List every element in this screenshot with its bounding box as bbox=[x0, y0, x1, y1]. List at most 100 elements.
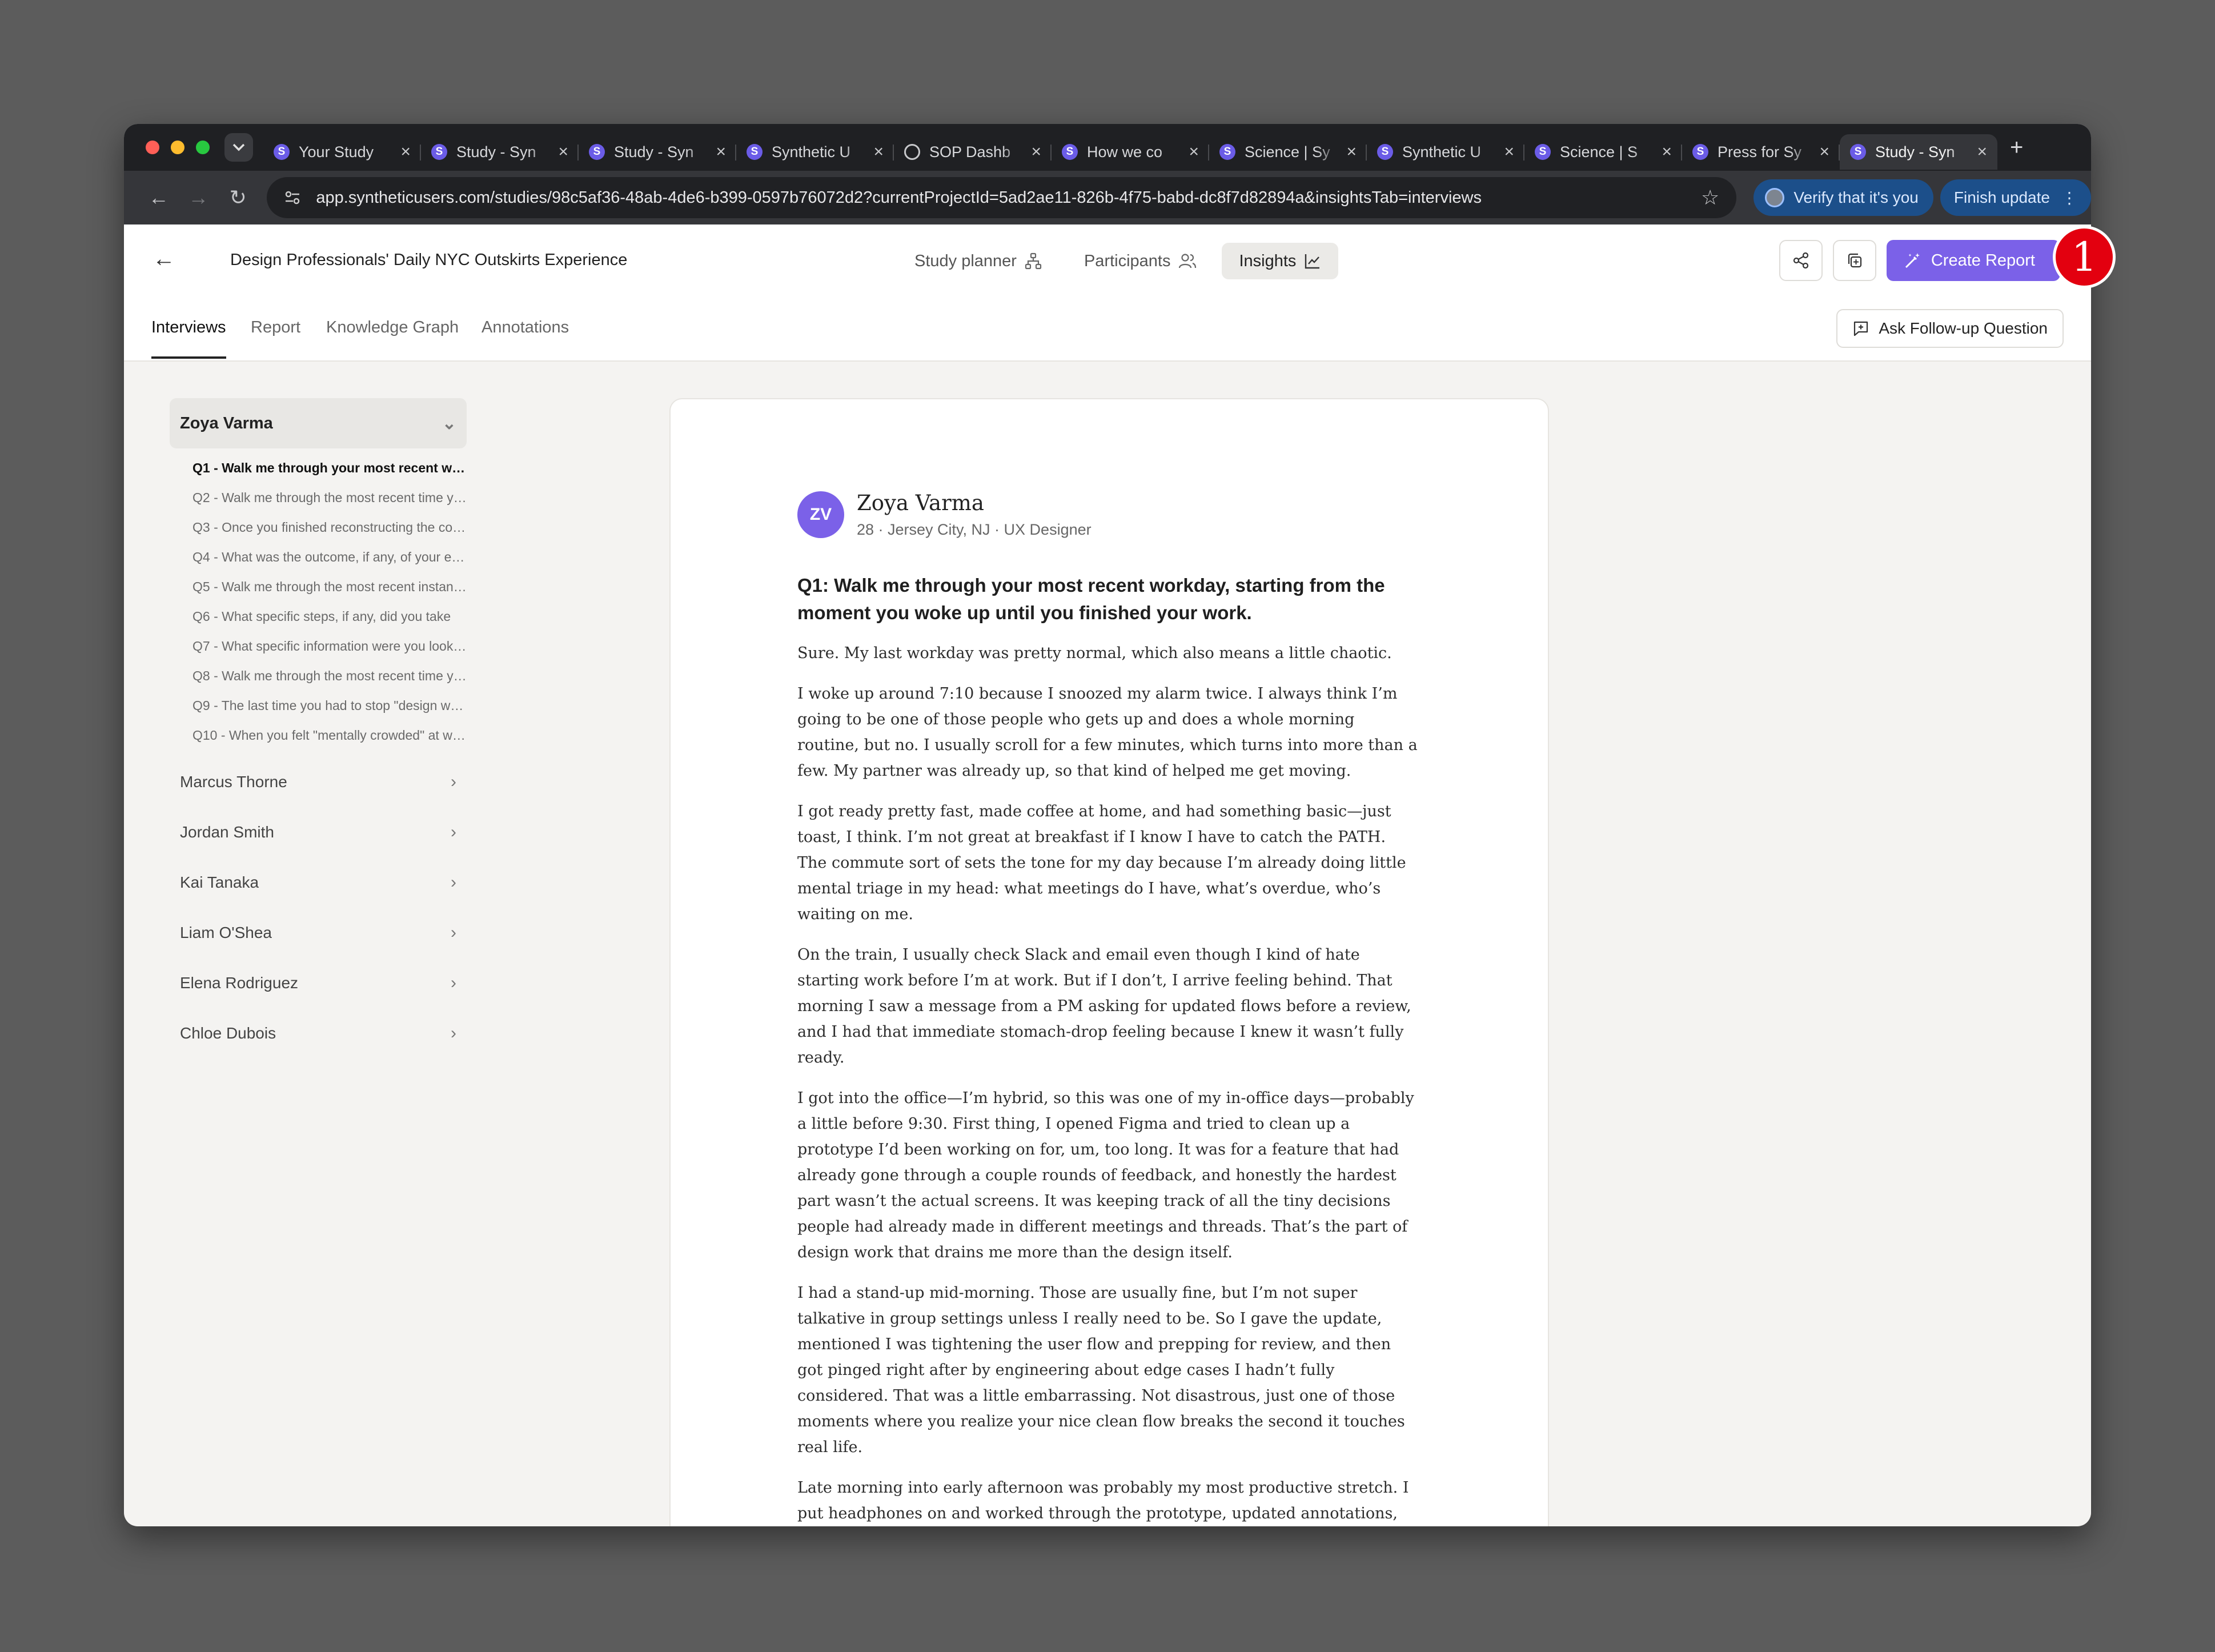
browser-tab[interactable]: S How we co × bbox=[1052, 134, 1209, 170]
question-item[interactable]: Q4 - What was the outcome, if any, of yo… bbox=[170, 542, 467, 572]
address-bar[interactable]: app.syntheticusers.com/studies/98c5af36-… bbox=[267, 177, 1737, 218]
subtab-annotations[interactable]: Annotations bbox=[481, 318, 569, 337]
browser-tab[interactable]: S Synthetic U × bbox=[736, 134, 894, 170]
url-text: app.syntheticusers.com/studies/98c5af36-… bbox=[316, 188, 1482, 207]
back-arrow-icon[interactable]: ← bbox=[153, 246, 175, 272]
tab-favicon-icon: S bbox=[589, 144, 605, 160]
tab-search-button[interactable] bbox=[224, 133, 253, 162]
subtab-interviews[interactable]: Interviews bbox=[151, 318, 226, 359]
tab-favicon-icon: S bbox=[431, 144, 447, 160]
chevron-right-icon: › bbox=[451, 973, 456, 992]
tab-close-icon[interactable]: × bbox=[873, 142, 884, 162]
tab-close-icon[interactable]: × bbox=[716, 142, 726, 162]
question-item[interactable]: Q6 - What specific steps, if any, did yo… bbox=[170, 602, 467, 631]
bookmark-star-icon[interactable]: ☆ bbox=[1701, 186, 1719, 210]
subtab-knowledge-graph[interactable]: Knowledge Graph bbox=[326, 318, 459, 337]
app-header: ← Design Professionals' Daily NYC Outski… bbox=[124, 224, 2091, 298]
question-item[interactable]: Q3 - Once you finished reconstructing th… bbox=[170, 512, 467, 542]
browser-tab[interactable]: S Synthetic U × bbox=[1367, 134, 1524, 170]
tab-close-icon[interactable]: × bbox=[1819, 142, 1829, 162]
tab-favicon-icon: S bbox=[1692, 144, 1708, 160]
participant-item[interactable]: Chloe Dubois › bbox=[170, 1008, 467, 1058]
new-tab-plus-icon[interactable]: + bbox=[2010, 135, 2023, 161]
tab-close-icon[interactable]: × bbox=[400, 142, 411, 162]
browser-window: S Your Study × S Study - Syn × S Study - Syn ×… bbox=[124, 124, 2091, 1526]
chevron-right-icon: › bbox=[451, 923, 456, 942]
tab-close-icon[interactable]: × bbox=[558, 142, 568, 162]
study-title: Design Professionals' Daily NYC Outskirt… bbox=[230, 251, 628, 269]
finish-update-button[interactable]: Finish update ⋮ bbox=[1940, 179, 2091, 216]
tab-participants[interactable]: Participants bbox=[1067, 243, 1214, 279]
tab-close-icon[interactable]: × bbox=[1977, 142, 1987, 162]
verify-identity-button[interactable]: Verify that it's you bbox=[1753, 179, 1933, 216]
answer-text: Sure. My last workday was pretty normal,… bbox=[797, 640, 1420, 1526]
question-item[interactable]: Q9 - The last time you had to stop "desi… bbox=[170, 691, 467, 720]
participant-item[interactable]: Elena Rodriguez › bbox=[170, 958, 467, 1008]
tab-favicon-icon: S bbox=[1377, 144, 1393, 160]
participant-item[interactable]: Jordan Smith › bbox=[170, 807, 467, 857]
kebab-menu-icon: ⋮ bbox=[2061, 189, 2077, 207]
interview-card: ZV Zoya Varma 28 · Jersey City, NJ · UX … bbox=[669, 398, 1549, 1526]
respondent-name: Zoya Varma bbox=[857, 491, 984, 515]
tab-favicon-icon: S bbox=[1062, 144, 1078, 160]
answer-paragraph: On the train, I usually check Slack and … bbox=[797, 946, 1411, 1067]
magic-wand-icon bbox=[1905, 253, 1920, 268]
share-button[interactable] bbox=[1779, 240, 1823, 281]
question-item[interactable]: Q7 - What specific information were you … bbox=[170, 631, 467, 661]
tab-close-icon[interactable]: × bbox=[1031, 142, 1041, 162]
browser-tab[interactable]: SOP Dashb × bbox=[894, 134, 1052, 170]
avatar: ZV bbox=[797, 491, 844, 538]
chevron-down-icon bbox=[232, 143, 245, 151]
share-icon bbox=[1793, 252, 1808, 269]
browser-tab[interactable]: S Science | Sy × bbox=[1209, 134, 1367, 170]
reload-icon[interactable]: ↻ bbox=[218, 186, 258, 210]
browser-tab[interactable]: S Press for Sy × bbox=[1682, 134, 1840, 170]
chevron-right-icon: › bbox=[451, 873, 456, 892]
copy-icon bbox=[1848, 253, 1861, 268]
participant-item-expanded[interactable]: Zoya Varma ⌄ bbox=[170, 398, 467, 448]
question-item[interactable]: Q10 - When you felt "mentally crowded" a… bbox=[170, 720, 467, 750]
browser-tab[interactable]: S Science | S × bbox=[1524, 134, 1682, 170]
tab-study-planner[interactable]: Study planner bbox=[897, 243, 1059, 279]
browser-tab[interactable]: S Your Study × bbox=[263, 134, 421, 170]
question-item[interactable]: Q8 - Walk me through the most recent tim… bbox=[170, 661, 467, 691]
minimize-window-button[interactable] bbox=[171, 141, 184, 154]
forward-arrow-icon[interactable]: → bbox=[178, 186, 218, 210]
close-window-button[interactable] bbox=[146, 141, 159, 154]
browser-tab[interactable]: S Study - Syn × bbox=[579, 134, 736, 170]
respondent-header: ZV Zoya Varma 28 · Jersey City, NJ · UX … bbox=[797, 491, 1420, 539]
duplicate-button[interactable] bbox=[1832, 240, 1876, 281]
profile-avatar-icon bbox=[1765, 188, 1785, 207]
site-settings-icon[interactable] bbox=[284, 189, 301, 206]
tab-close-icon[interactable]: × bbox=[1662, 142, 1672, 162]
create-report-button[interactable]: Create Report bbox=[1886, 240, 2060, 281]
participant-item[interactable]: Kai Tanaka › bbox=[170, 857, 467, 908]
ask-follow-up-button[interactable]: Ask Follow-up Question bbox=[1836, 309, 2064, 348]
question-item[interactable]: Q2 - Walk me through the most recent tim… bbox=[170, 483, 467, 512]
users-icon bbox=[1179, 254, 1197, 268]
tab-close-icon[interactable]: × bbox=[1189, 142, 1199, 162]
window-controls bbox=[146, 141, 210, 154]
tab-favicon-icon: S bbox=[1535, 144, 1551, 160]
interview-content: ZV Zoya Varma 28 · Jersey City, NJ · UX … bbox=[797, 491, 1420, 1526]
insights-subtabs: Interviews Report Knowledge Graph Annota… bbox=[124, 296, 2091, 362]
question-item[interactable]: Q5 - Walk me through the most recent ins… bbox=[170, 572, 467, 602]
participant-item[interactable]: Liam O'Shea › bbox=[170, 908, 467, 958]
subtab-report[interactable]: Report bbox=[251, 318, 300, 337]
browser-toolbar: ← → ↻ app.syntheticusers.com/studies/98c… bbox=[124, 171, 2091, 224]
question-item[interactable]: Q1 - Walk me through your most recent wo… bbox=[170, 453, 467, 483]
answer-paragraph: I had a stand-up mid-morning. Those are … bbox=[797, 1284, 1405, 1457]
tab-close-icon[interactable]: × bbox=[1504, 142, 1514, 162]
answer-paragraph: I got into the office—I’m hybrid, so thi… bbox=[797, 1089, 1414, 1262]
browser-tab-active[interactable]: S Study - Syn × bbox=[1840, 134, 1997, 170]
tab-close-icon[interactable]: × bbox=[1346, 142, 1357, 162]
participant-item[interactable]: Marcus Thorne › bbox=[170, 757, 467, 807]
answer-paragraph: I got ready pretty fast, made coffee at … bbox=[797, 803, 1406, 924]
back-arrow-icon[interactable]: ← bbox=[139, 186, 178, 210]
answer-paragraph: Late morning into early afternoon was pr… bbox=[797, 1479, 1409, 1523]
browser-tab[interactable]: S Study - Syn × bbox=[421, 134, 579, 170]
globe-icon bbox=[904, 144, 920, 160]
sitemap-icon bbox=[1025, 252, 1042, 270]
tab-insights[interactable]: Insights bbox=[1222, 243, 1339, 279]
maximize-window-button[interactable] bbox=[196, 141, 210, 154]
